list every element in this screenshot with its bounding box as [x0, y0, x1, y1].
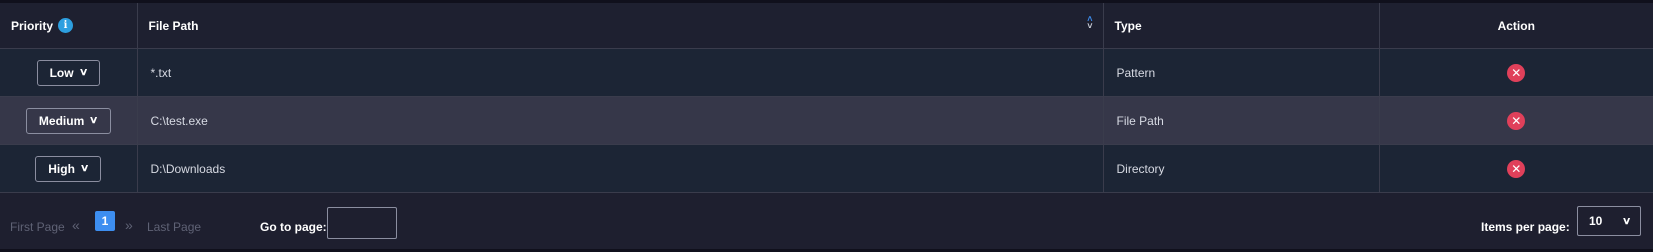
type-value: Directory: [1116, 161, 1165, 176]
header-action-label: Action: [1497, 18, 1535, 33]
double-chevron-left-icon[interactable]: «: [72, 217, 80, 233]
priority-cell: Low ∨: [0, 48, 138, 97]
sort-down-icon: ˅: [1087, 21, 1093, 31]
type-cell: Pattern: [1103, 48, 1380, 97]
table-row: Low ∨ *.txt Pattern ✕: [0, 48, 1653, 97]
header-action: Action: [1379, 3, 1653, 49]
priority-value: Medium: [38, 113, 85, 128]
priority-cell: High ∨: [0, 144, 138, 193]
header-type: Type: [1103, 3, 1380, 49]
table-row: Medium ∨ C:\test.exe File Path ✕: [0, 96, 1653, 145]
action-cell: ✕: [1379, 144, 1653, 193]
priority-value: Low: [49, 65, 74, 80]
delete-icon[interactable]: ✕: [1507, 63, 1526, 82]
delete-icon[interactable]: ✕: [1507, 111, 1526, 130]
action-cell: ✕: [1379, 48, 1653, 97]
header-type-label: Type: [1114, 18, 1142, 33]
chevron-down-icon: ∨: [1621, 215, 1632, 227]
action-cell: ✕: [1379, 96, 1653, 145]
info-icon[interactable]: i: [58, 18, 74, 33]
go-to-page-input[interactable]: [327, 207, 397, 239]
file-path-cell: *.txt: [137, 48, 1104, 97]
file-path-value: D:\Downloads: [150, 161, 226, 176]
page-number-button[interactable]: 1: [95, 211, 115, 231]
double-chevron-right-icon[interactable]: »: [125, 217, 133, 233]
chevron-down-icon: ∨: [79, 163, 90, 174]
items-per-page-select[interactable]: 10 ∨: [1577, 206, 1641, 236]
chevron-down-icon: ∨: [89, 115, 99, 126]
header-priority[interactable]: Priority i: [0, 3, 138, 49]
file-path-cell: C:\test.exe: [137, 96, 1104, 145]
type-value: File Path: [1116, 113, 1164, 128]
priority-value: High: [48, 161, 75, 176]
delete-icon[interactable]: ✕: [1507, 159, 1526, 178]
items-per-page-label: Items per page:: [1481, 220, 1570, 234]
priority-dropdown[interactable]: Low ∨: [36, 59, 100, 86]
chevron-down-icon: ∨: [78, 67, 89, 78]
first-page-link[interactable]: First Page: [10, 220, 65, 234]
file-exclusion-table-panel: Priority i File Path ˄ ˅ Type Action Low…: [0, 0, 1653, 252]
type-value: Pattern: [1116, 65, 1156, 80]
sort-icon[interactable]: ˄ ˅: [1087, 15, 1093, 31]
type-cell: Directory: [1103, 144, 1380, 193]
file-path-cell: D:\Downloads: [137, 144, 1104, 193]
header-file-path[interactable]: File Path ˄ ˅: [137, 3, 1104, 49]
pagination-bar: First Page « 1 » Last Page Go to page: I…: [0, 193, 1653, 252]
go-to-page-label: Go to page:: [260, 220, 327, 234]
header-file-path-label: File Path: [148, 18, 199, 33]
priority-dropdown[interactable]: Medium ∨: [25, 107, 111, 134]
exclusion-table: Priority i File Path ˄ ˅ Type Action Low…: [0, 3, 1653, 193]
last-page-link[interactable]: Last Page: [147, 220, 201, 234]
file-path-value: C:\test.exe: [150, 113, 208, 128]
header-priority-label: Priority: [11, 18, 54, 33]
type-cell: File Path: [1103, 96, 1380, 145]
items-per-page-value: 10: [1589, 214, 1603, 228]
priority-cell: Medium ∨: [0, 96, 138, 145]
file-path-value: *.txt: [150, 65, 172, 80]
table-row: High ∨ D:\Downloads Directory ✕: [0, 144, 1653, 193]
priority-dropdown[interactable]: High ∨: [35, 155, 102, 182]
table-header-row: Priority i File Path ˄ ˅ Type Action: [0, 3, 1653, 49]
